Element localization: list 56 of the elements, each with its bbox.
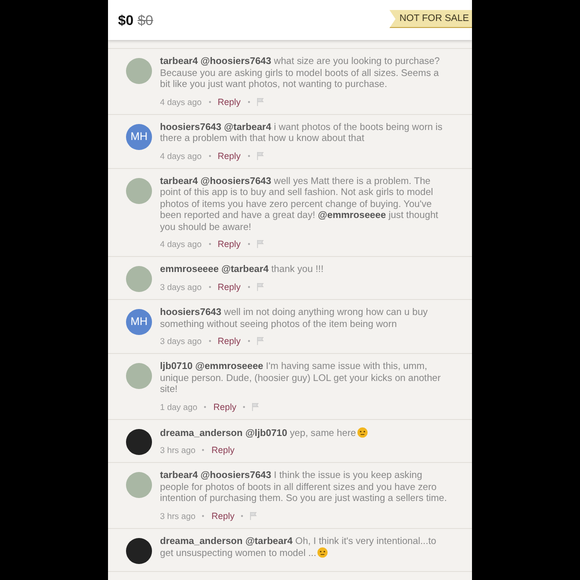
comment-text: tarbear4 @hoosiers7643 well yes Matt there is a problem. The point of this app is to buy and sell fashion. Not ask girls to model photos of items you have zero percent change of buying. You've been reported and have a great day! @emmroseeee just thought you should be aware! [160,176,440,233]
separator-dot-icon [208,154,211,156]
not-for-sale-badge: NOT FOR SALE [389,10,472,28]
comment-text: ljb0710 @emmroseeee I'm having same issue with this, umm, unique person. Dude, (hoosier guy) LOL get your kicks on another site! [160,361,442,396]
comment-text: hoosiers7643 well im not doing anything wrong how can u buy something without seeing photos of the item being worn [160,307,429,330]
comment-time: 4 days ago [160,239,202,249]
flag-icon[interactable] [250,512,258,520]
separator-dot-icon [243,406,246,408]
reply-link[interactable]: Reply [211,445,234,455]
flag-icon[interactable] [256,98,264,106]
comment-text: hoosiers7643 @tarbear4 i want photos of the boots being worn is there a problem with that how u know about that [160,122,444,144]
reply-link[interactable]: Reply [213,402,236,412]
reply-link[interactable]: Reply [218,282,241,292]
reply-link[interactable]: Reply [218,96,241,106]
reply-link[interactable]: Reply [211,510,234,520]
comment-time: 3 hrs ago [160,445,196,455]
comment-text: dreama_anderson @tarbear4 Oh, I think it's very intentional...to get unsuspecting women to model ... [160,536,438,560]
flag-icon[interactable] [252,402,260,410]
separator-dot-icon [204,406,206,408]
comment-time: 1 day ago [160,402,198,412]
comment-time: 4 days ago [160,96,202,106]
comment-text: tarbear4 @hoosiers7643 what size are you looking to purchase? Because you are asking girls to model boots of all sizes. Seems a bit like you just want photos, not wanting to purchase. [160,56,441,90]
comment-time: 4 days ago [160,150,202,160]
comment-text: dreama_anderson @ljb0710 yep, same here [160,426,448,439]
separator-dot-icon [241,514,244,516]
avatar-photo-placeholder[interactable] [126,538,152,564]
flag-icon[interactable] [256,337,264,345]
separator-dot-icon [248,286,250,288]
separator-dot-icon [248,243,250,245]
separator-dot-icon [202,514,204,516]
reply-link[interactable]: Reply [218,336,241,346]
avatar[interactable]: MH [126,309,152,335]
smiley-emoji-icon [317,547,328,558]
smiley-emoji-icon [357,426,368,438]
separator-dot-icon [208,100,211,102]
avatar[interactable]: MH [126,124,152,150]
comment-time: 3 days ago [160,282,202,292]
comment-text: emmroseeee @tarbear4 thank you !!! [160,264,325,276]
reply-link[interactable]: Reply [218,150,241,160]
separator-dot-icon [248,154,250,156]
separator-dot-icon [248,100,250,102]
separator-dot-icon [208,340,211,342]
price: $0 [118,12,134,28]
flag-icon[interactable] [256,282,264,290]
comment-time: 3 days ago [160,336,202,346]
avatar-photo-placeholder[interactable] [126,428,152,454]
reply-link[interactable]: Reply [218,239,241,249]
comment-time: 3 hrs ago [160,510,196,520]
flag-icon[interactable] [256,152,264,160]
separator-dot-icon [208,286,211,288]
comment-text: tarbear4 @hoosiers7643 I think the issue is you keep asking people for photos of boots in all different sizes and you have zero intention of purchasing them. So you are just wasting a sellers time. [160,470,448,504]
separator-dot-icon [202,449,204,451]
separator-dot-icon [208,243,211,245]
original-price: $0 [138,12,154,28]
separator-dot-icon [248,340,250,342]
flag-icon[interactable] [256,240,264,248]
